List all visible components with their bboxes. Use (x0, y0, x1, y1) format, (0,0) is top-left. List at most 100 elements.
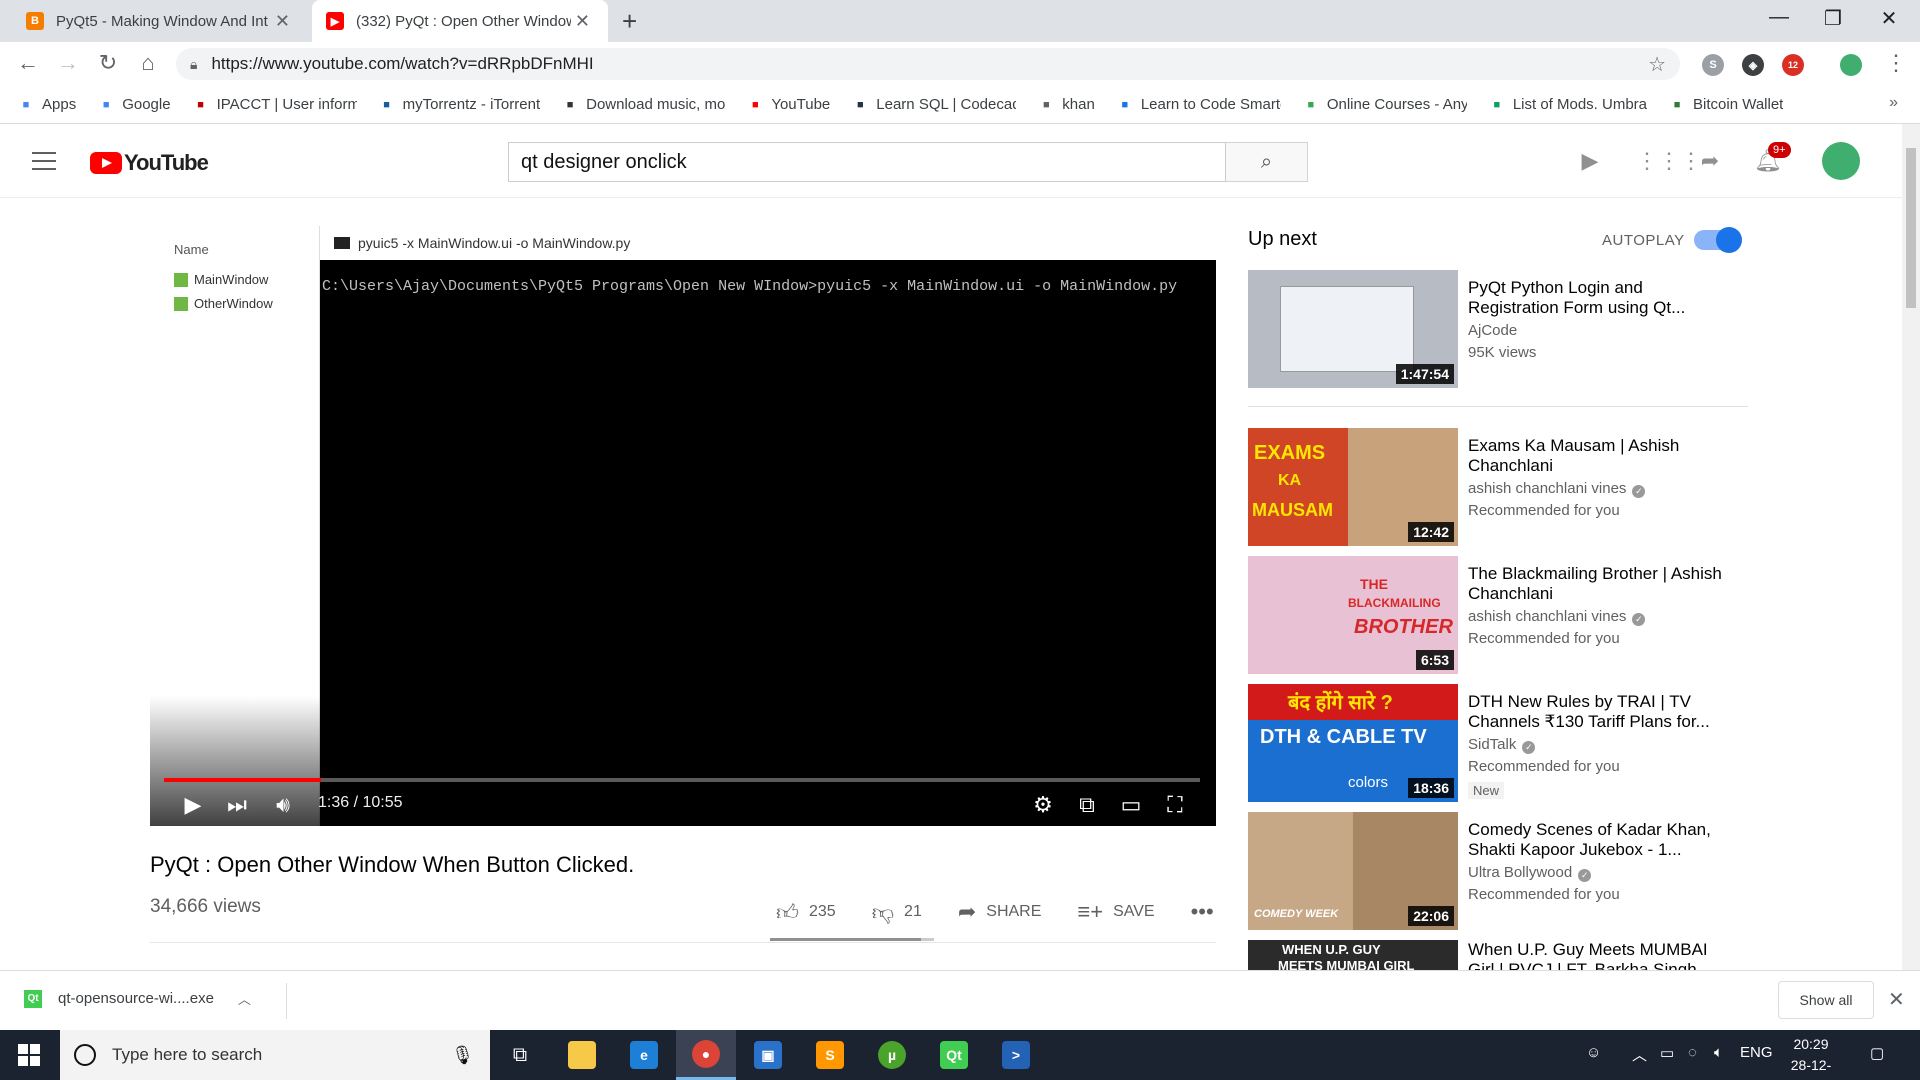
file-explorer-icon[interactable] (552, 1030, 612, 1080)
utorrent-icon[interactable]: µ (862, 1030, 922, 1080)
bookmark-item[interactable]: ■ Learn SQL | Codecad (852, 96, 1016, 113)
account-avatar[interactable] (1822, 142, 1860, 180)
share-button[interactable]: ➦ SHARE (958, 899, 1042, 925)
profile-avatar[interactable] (1840, 54, 1862, 76)
video-title[interactable]: PyQt Python Login and Registration Form … (1468, 278, 1738, 318)
bookmark-item[interactable]: ■ Google (98, 96, 171, 113)
download-item[interactable]: Qt qt-opensource-wi....exe ︿ (24, 989, 251, 1008)
theater-mode-icon[interactable]: ▭ (1116, 792, 1146, 818)
network-icon[interactable]: ◌ (1688, 1044, 1697, 1061)
cmd-app-icon[interactable]: ▣ (738, 1030, 798, 1080)
close-icon[interactable]: ✕ (271, 11, 294, 32)
video-title[interactable]: The Blackmailing Brother | Ashish Chanch… (1468, 564, 1738, 604)
bookmark-item[interactable]: ■ YouTube (747, 96, 830, 113)
powershell-icon[interactable]: > (986, 1030, 1046, 1080)
like-button[interactable]: 👍︎ 235 (776, 899, 836, 926)
restore-icon[interactable]: ❐ (1810, 6, 1856, 31)
hamburger-menu-icon[interactable] (32, 152, 56, 170)
bookmark-item[interactable]: ■ Bitcoin Wallet (1669, 96, 1784, 113)
autoplay-toggle[interactable] (1694, 227, 1742, 253)
bookmark-item[interactable]: ■ myTorrentz - iTorrent (379, 96, 540, 113)
video-thumbnail[interactable]: WHEN U.P. GUY MEETS MUMBAI GIRL (1248, 940, 1458, 970)
create-video-icon[interactable]: ▶︎ (1576, 148, 1604, 176)
settings-gear-icon[interactable]: ⚙ (1028, 792, 1058, 818)
battery-icon[interactable]: ▭ (1660, 1044, 1674, 1062)
extension-icon[interactable]: 12 (1782, 54, 1804, 76)
recommended-video[interactable]: 1:47:54 PyQt Python Login and Registrati… (1248, 270, 1748, 388)
bookmark-item[interactable]: ■ Apps (18, 96, 77, 113)
progress-bar[interactable] (164, 778, 1200, 782)
recommended-video[interactable]: COMEDY WEEK 22:06 Comedy Scenes of Kadar… (1248, 812, 1748, 930)
bookmarks-overflow-button[interactable]: » (1889, 94, 1898, 112)
home-icon[interactable]: ⌂ (134, 50, 162, 76)
scrollbar-thumb[interactable] (1906, 148, 1916, 308)
back-icon[interactable]: ← (14, 50, 42, 76)
recommended-video[interactable]: THE BLACKMAILING BROTHER 6:53 The Blackm… (1248, 556, 1748, 674)
next-icon[interactable]: ⏭ (222, 792, 252, 818)
youtube-logo[interactable]: YouTube (90, 150, 209, 176)
miniplayer-icon[interactable]: ⧉ (1072, 792, 1102, 818)
edge-icon[interactable]: e (614, 1030, 674, 1080)
tab-blogger[interactable]: B PyQt5 - Making Window And Int ✕ (12, 0, 308, 42)
skype-icon[interactable]: S (1702, 54, 1724, 76)
bookmark-item[interactable]: ■ Online Courses - Any (1303, 96, 1466, 113)
close-icon[interactable]: ✕ (1888, 987, 1905, 1012)
system-clock[interactable]: 20:29 28-12-2018 (1776, 1034, 1846, 1080)
search-button[interactable]: ⌕ (1226, 142, 1308, 182)
bookmark-item[interactable]: ■ khan (1038, 96, 1095, 113)
window-close-icon[interactable]: ✕ (1866, 6, 1912, 31)
video-thumbnail[interactable]: THE BLACKMAILING BROTHER 6:53 (1248, 556, 1458, 674)
chevron-up-icon[interactable]: ︿ (1632, 1044, 1647, 1065)
video-title[interactable]: Exams Ka Mausam | Ashish Chanchlani (1468, 436, 1738, 476)
save-button[interactable]: ≡+ SAVE (1077, 899, 1154, 925)
search-input[interactable]: qt designer onclick (508, 142, 1226, 182)
apps-grid-icon[interactable]: ⋮⋮⋮ (1636, 148, 1702, 176)
action-center-icon[interactable]: ▢ (1870, 1044, 1884, 1062)
channel-name[interactable]: SidTalk ✓ (1468, 736, 1536, 754)
more-actions-button[interactable]: ••• (1191, 899, 1224, 925)
people-icon[interactable]: ☺ (1586, 1044, 1601, 1061)
taskbar-search[interactable]: Type here to search 🎙︎ (60, 1030, 490, 1080)
reload-icon[interactable]: ↻ (94, 50, 122, 76)
chrome-icon[interactable]: ● (676, 1030, 736, 1080)
video-title[interactable]: Comedy Scenes of Kadar Khan, Shakti Kapo… (1468, 820, 1738, 860)
language-indicator[interactable]: ENG (1740, 1044, 1773, 1061)
play-icon[interactable]: ▶ (178, 792, 208, 818)
chevron-up-icon[interactable]: ︿ (238, 989, 251, 1008)
dislike-button[interactable]: 👎︎ 21 (872, 899, 922, 926)
minimize-icon[interactable]: — (1756, 6, 1802, 29)
close-icon[interactable]: ✕ (571, 11, 594, 32)
qt-creator-icon[interactable]: Qt (924, 1030, 984, 1080)
new-tab-button[interactable]: + (622, 6, 637, 37)
channel-name[interactable]: ashish chanchlani vines ✓ (1468, 608, 1646, 626)
video-title[interactable]: When U.P. Guy Meets MUMBAI Girl | RVCJ |… (1468, 940, 1738, 970)
bookmark-item[interactable]: ■ List of Mods. Umbra (1489, 96, 1647, 113)
recommended-video[interactable]: EXAMS KA MAUSAM 12:42 Exams Ka Mausam | … (1248, 428, 1748, 546)
video-thumbnail[interactable]: COMEDY WEEK 22:06 (1248, 812, 1458, 930)
channel-name[interactable]: Ultra Bollywood ✓ (1468, 864, 1592, 882)
menu-dots-icon[interactable]: ⋮ (1882, 50, 1910, 76)
windows-start-icon[interactable] (18, 1044, 40, 1066)
bookmark-item[interactable]: ■ IPACCT | User informa (193, 96, 356, 113)
video-thumbnail[interactable]: 1:47:54 (1248, 270, 1458, 388)
sublime-text-icon[interactable]: S (800, 1030, 860, 1080)
bookmark-star-icon[interactable]: ☆ (1648, 52, 1666, 77)
bookmark-item[interactable]: ■ Learn to Code Smarte (1117, 96, 1280, 113)
forward-icon[interactable]: → (54, 50, 82, 76)
messages-icon[interactable]: ➦ (1696, 148, 1724, 176)
task-view-icon[interactable]: ⧉ (490, 1030, 550, 1080)
video-player[interactable]: Name MainWindow OtherWindow pyuic5 -x Ma… (150, 226, 1216, 826)
fullscreen-icon[interactable]: ⛶ (1160, 792, 1190, 818)
shield-icon[interactable]: ◈ (1742, 54, 1764, 76)
show-all-button[interactable]: Show all (1778, 981, 1874, 1019)
recommended-video[interactable]: बंद होंगे सारे ? DTH & CABLE TV colors 1… (1248, 684, 1748, 802)
tab-youtube[interactable]: ▶ (332) PyQt : Open Other Window ✕ (312, 0, 608, 42)
video-thumbnail[interactable]: बंद होंगे सारे ? DTH & CABLE TV colors 1… (1248, 684, 1458, 802)
video-title[interactable]: DTH New Rules by TRAI | TV Channels ₹130… (1468, 692, 1738, 732)
address-bar[interactable]: 🔒︎ https://www.youtube.com/watch?v=dRRpb… (176, 48, 1680, 80)
channel-name[interactable]: ashish chanchlani vines ✓ (1468, 480, 1646, 498)
volume-icon[interactable]: 🔊︎ (268, 792, 298, 818)
channel-name[interactable]: AjCode (1468, 322, 1517, 339)
microphone-icon[interactable]: 🎙︎ (451, 1045, 474, 1066)
bookmark-item[interactable]: ■ Download music, mo (562, 96, 726, 113)
